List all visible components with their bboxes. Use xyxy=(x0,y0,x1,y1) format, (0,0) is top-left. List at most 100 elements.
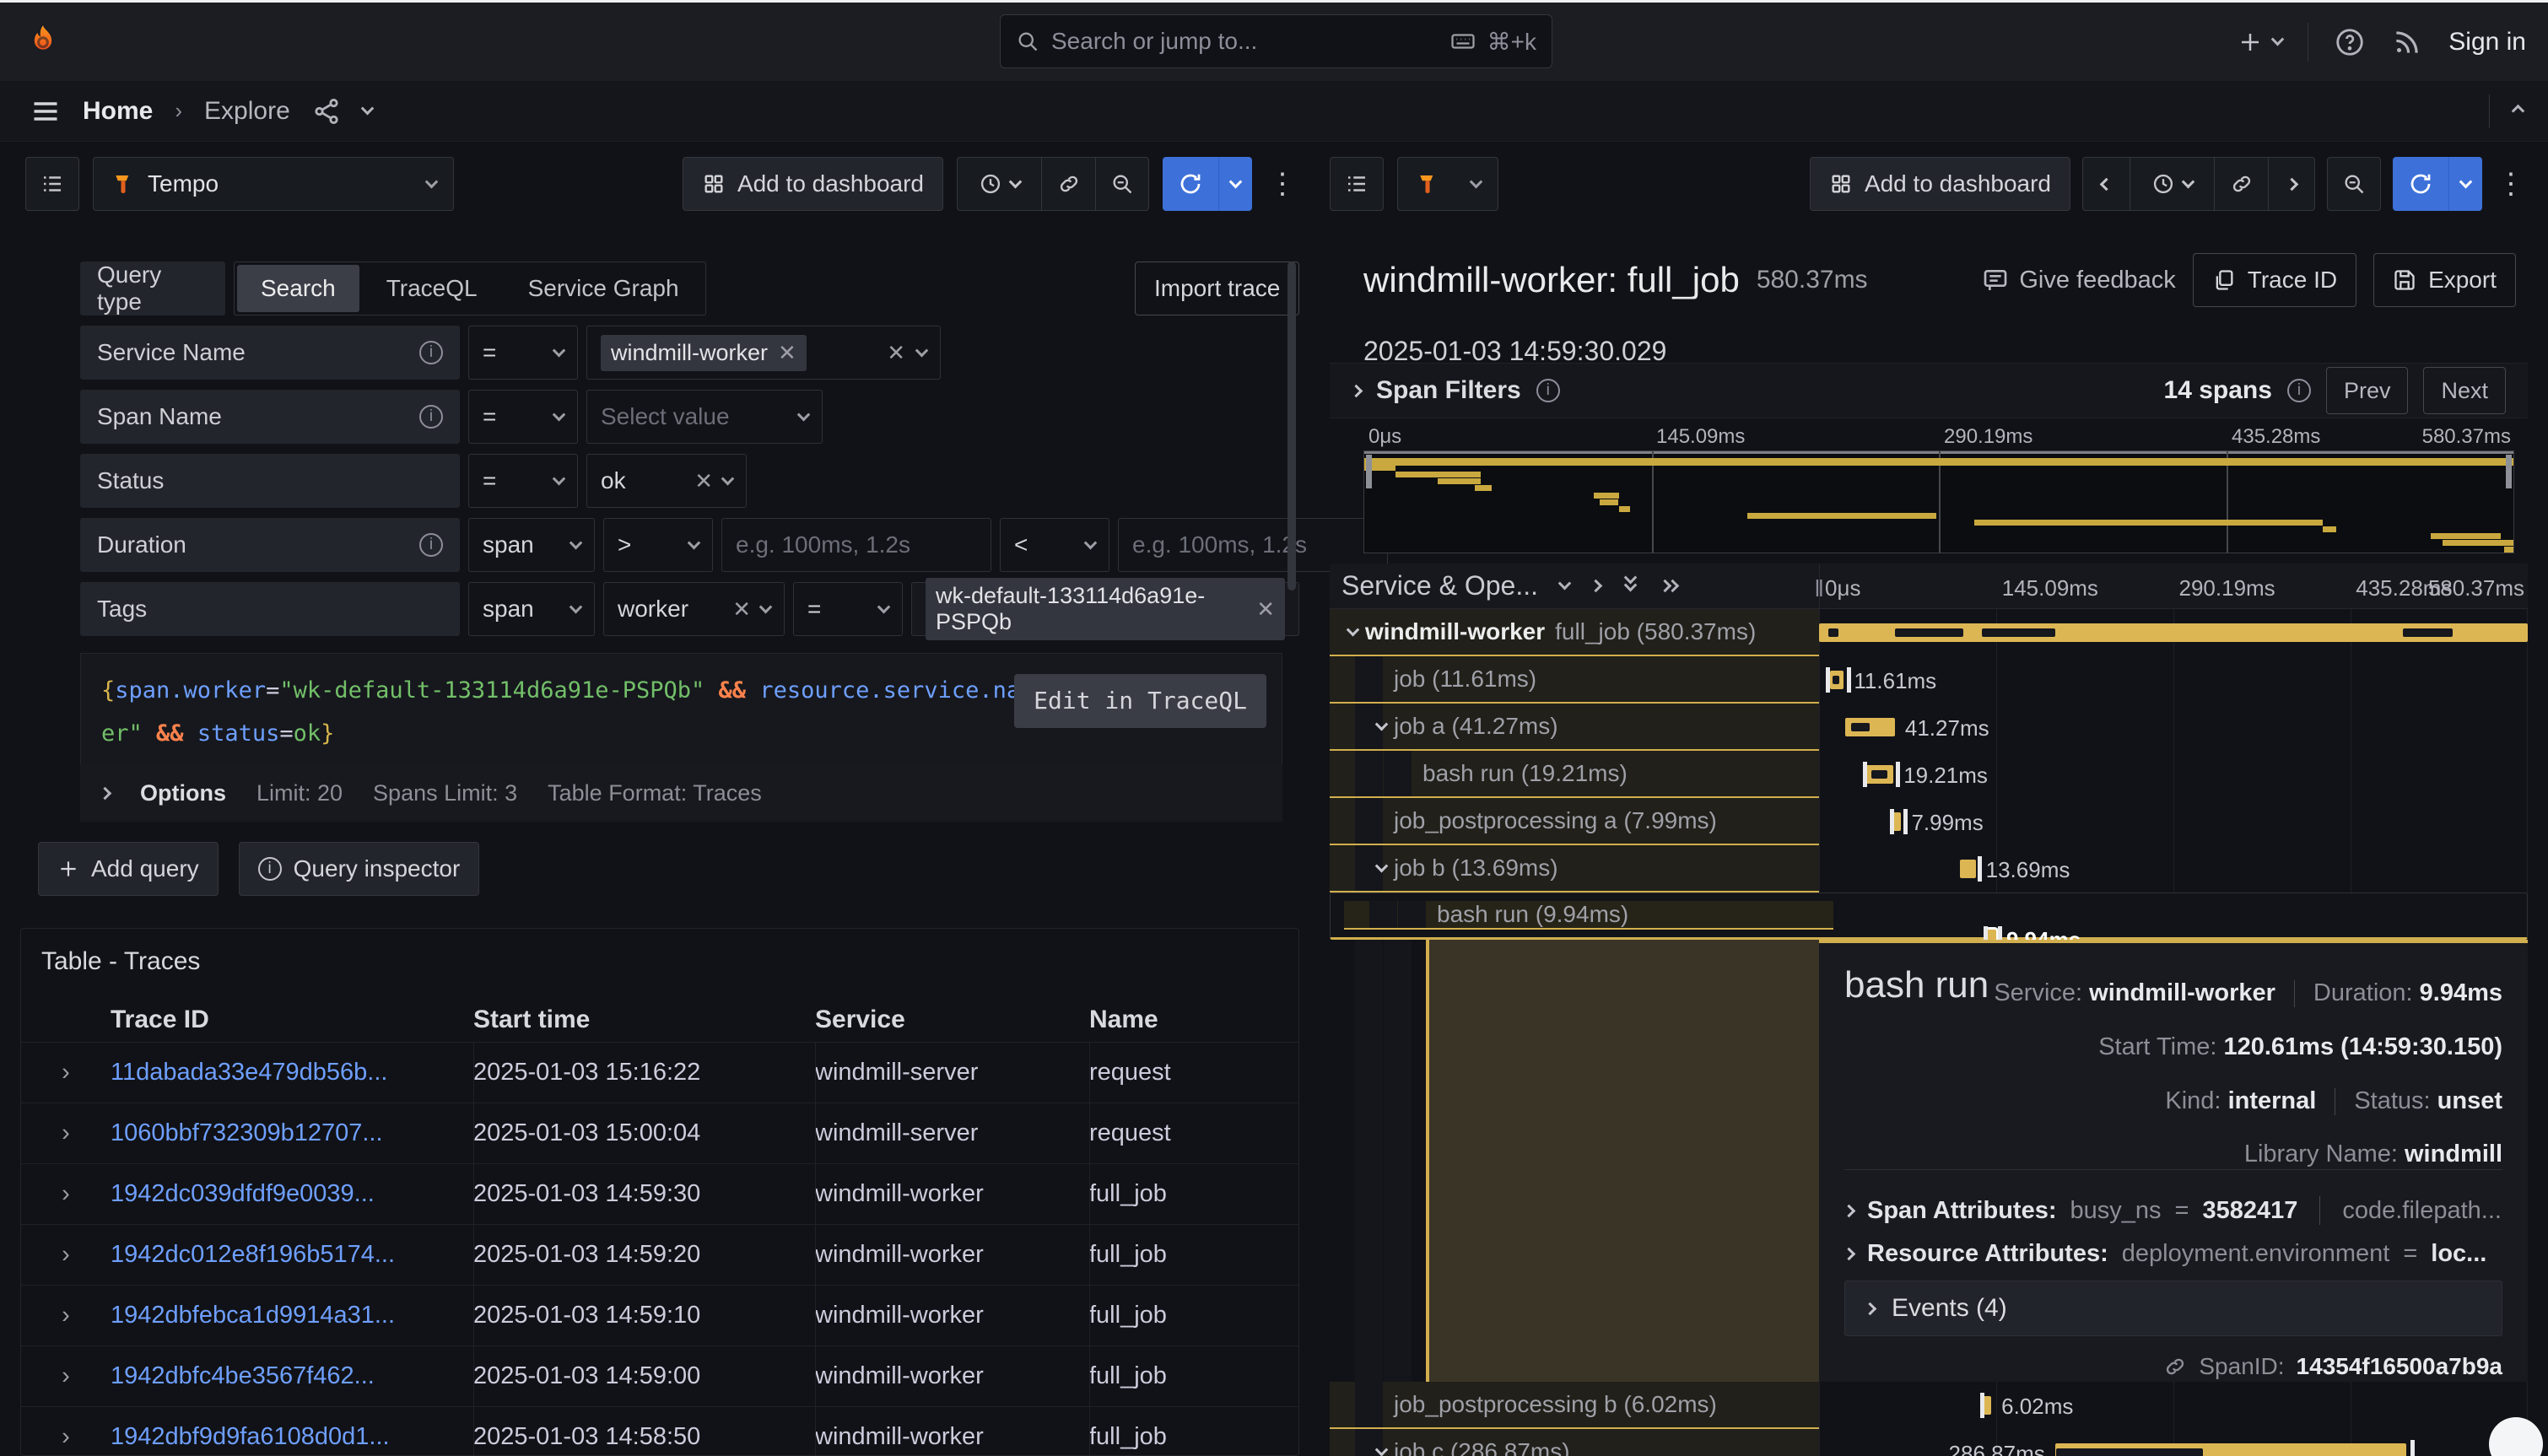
span-row[interactable]: job (11.61ms)11.61ms xyxy=(1330,656,2528,704)
next-button[interactable]: Next xyxy=(2423,367,2506,414)
query-rows-icon-button[interactable] xyxy=(25,157,79,211)
span-name-cell[interactable]: bash run (9.94ms) xyxy=(1344,901,1833,930)
breadcrumb-explore[interactable]: Explore xyxy=(204,97,290,126)
query-rows-icon-button[interactable] xyxy=(1330,157,1384,211)
grafana-logo[interactable] xyxy=(24,23,62,62)
table-row[interactable]: ›1942dc039dfdf9e0039...2025-01-03 14:59:… xyxy=(21,1163,1298,1224)
span-bar-cell[interactable] xyxy=(1819,609,2528,656)
span-bar[interactable] xyxy=(1984,1396,1991,1415)
tags-scope[interactable]: span xyxy=(468,582,595,636)
give-feedback-link[interactable]: Give feedback xyxy=(1982,267,2175,294)
table-row[interactable]: ›1942dc012e8f196b5174...2025-01-03 14:59… xyxy=(21,1224,1298,1285)
table-row[interactable]: ›1942dbf9d9fa6108d0d1...2025-01-03 14:58… xyxy=(21,1406,1298,1456)
clear-icon[interactable]: ✕ xyxy=(732,598,751,620)
value-chip[interactable]: wk-default-133114d6a91e-PSPQb✕ xyxy=(926,578,1285,640)
span-bar-cell[interactable]: 7.99ms xyxy=(1819,798,2528,845)
span-name-cell[interactable]: job b (13.69ms) xyxy=(1330,845,1819,892)
service-name-value[interactable]: windmill-worker✕ ✕ xyxy=(586,326,941,380)
chevron-down-icon[interactable] xyxy=(360,102,374,116)
span-name-cell[interactable]: job (11.61ms) xyxy=(1330,656,1819,704)
expand-all-icon[interactable] xyxy=(1626,580,1635,592)
span-row[interactable]: windmill-workerfull_job (580.37ms) xyxy=(1330,609,2528,656)
span-name-cell[interactable]: windmill-workerfull_job (580.37ms) xyxy=(1330,609,1819,656)
left-pane-scrollbar[interactable] xyxy=(1287,262,1296,590)
status-value[interactable]: ok✕ xyxy=(586,454,747,508)
edit-in-traceql-button[interactable]: Edit in TraceQL xyxy=(1014,674,1266,728)
trace-id-link[interactable]: 1942dbfc4be3567f462... xyxy=(111,1362,473,1390)
span-attributes-row[interactable]: Span Attributes: busy_ns=3582417 code.fi… xyxy=(1844,1196,2502,1225)
span-row[interactable]: job_postprocessing a (7.99ms)7.99ms xyxy=(1330,798,2528,845)
duration-scope[interactable]: span xyxy=(468,518,595,572)
span-row[interactable]: job b (13.69ms)13.69ms xyxy=(1330,845,2528,892)
row-expander-icon[interactable]: › xyxy=(21,1059,111,1087)
span-name-cell[interactable]: job c (286.87ms) xyxy=(1330,1429,1819,1456)
span-bar[interactable] xyxy=(1819,623,2528,642)
service-operation-column-header[interactable]: Service & Ope... xyxy=(1341,570,1538,601)
events-accordion[interactable]: Events (4) xyxy=(1844,1281,2502,1336)
tags-value[interactable]: wk-default-133114d6a91e-PSPQb✕ xyxy=(911,582,1299,636)
run-query-caret[interactable] xyxy=(2448,157,2482,211)
service-name-operator[interactable]: = xyxy=(468,326,578,380)
options-row[interactable]: Options Limit: 20 Spans Limit: 3 Table F… xyxy=(80,764,1282,822)
add-to-dashboard-button[interactable]: Add to dashboard xyxy=(1810,157,2070,211)
time-picker-button[interactable] xyxy=(957,157,1041,211)
new-button[interactable] xyxy=(2238,30,2282,55)
span-name-operator[interactable]: = xyxy=(468,390,578,444)
shift-time-forward-button[interactable] xyxy=(2268,157,2315,211)
news-rss-icon[interactable] xyxy=(2391,26,2423,58)
span-filters-bar[interactable]: Span Filters i 14 spans i Prev Next xyxy=(1330,363,2528,418)
col-trace-id[interactable]: Trace ID xyxy=(111,1006,473,1034)
shift-time-back-button[interactable] xyxy=(2082,157,2130,211)
link-icon[interactable] xyxy=(2163,1355,2187,1378)
trace-id-link[interactable]: 1060bbf732309b12707... xyxy=(111,1119,473,1147)
menu-icon[interactable] xyxy=(30,96,61,127)
span-name-cell[interactable]: job_postprocessing b (6.02ms) xyxy=(1330,1382,1819,1429)
span-bar[interactable] xyxy=(1830,671,1844,689)
table-row[interactable]: ›11dabada33e479db56b...2025-01-03 15:16:… xyxy=(21,1042,1298,1103)
tags-key[interactable]: worker✕ xyxy=(603,582,785,636)
chevron-up-icon[interactable] xyxy=(2512,105,2525,118)
row-expander-icon[interactable]: › xyxy=(21,1302,111,1329)
trace-id-link[interactable]: 1942dc039dfdf9e0039... xyxy=(111,1180,473,1208)
span-name-cell[interactable]: job_postprocessing a (7.99ms) xyxy=(1330,798,1819,845)
span-row[interactable]: job a (41.27ms)41.27ms xyxy=(1330,704,2528,751)
export-button[interactable]: Export xyxy=(2373,253,2516,307)
run-query-caret[interactable] xyxy=(1218,157,1252,211)
clear-icon[interactable]: ✕ xyxy=(887,342,905,364)
span-bar-cell[interactable]: 13.69ms xyxy=(1819,845,2528,892)
span-row[interactable]: job_postprocessing b (6.02ms)6.02ms xyxy=(1330,1382,2528,1429)
link-split-button[interactable] xyxy=(1041,157,1095,211)
duration-op-gt[interactable]: > xyxy=(603,518,713,572)
remove-icon[interactable]: ✕ xyxy=(1256,598,1275,620)
table-row[interactable]: ›1060bbf732309b12707...2025-01-03 15:00:… xyxy=(21,1103,1298,1163)
link-split-button[interactable] xyxy=(2214,157,2268,211)
row-expander-icon[interactable]: › xyxy=(21,1423,111,1451)
span-bar-cell[interactable]: 6.02ms xyxy=(1819,1382,2528,1429)
col-name[interactable]: Name xyxy=(1089,1006,1298,1034)
minimap-right-handle[interactable] xyxy=(2506,455,2512,488)
tab-traceql[interactable]: TraceQL xyxy=(363,265,501,312)
trace-id-link[interactable]: 1942dbf9d9fa6108d0d1... xyxy=(111,1423,473,1451)
status-operator[interactable]: = xyxy=(468,454,578,508)
span-bar-cell[interactable]: 19.21ms xyxy=(1819,751,2528,798)
search-input[interactable]: Search or jump to... ⌘+k xyxy=(1000,14,1552,68)
row-expander-icon[interactable]: › xyxy=(21,1241,111,1269)
span-bar-cell[interactable]: 41.27ms xyxy=(1819,704,2528,751)
clear-icon[interactable]: ✕ xyxy=(694,470,713,492)
table-row[interactable]: ›1942dbfc4be3567f462...2025-01-03 14:59:… xyxy=(21,1345,1298,1406)
trace-id-link[interactable]: 1942dbfebca1d9914a31... xyxy=(111,1302,473,1329)
span-row[interactable]: bash run (9.94ms)9.94ms xyxy=(1330,892,2528,940)
span-bar-cell[interactable]: 286.87ms xyxy=(1819,1429,2528,1456)
share-icon[interactable] xyxy=(312,97,341,126)
kebab-menu-icon[interactable]: ⋮ xyxy=(2494,167,2528,201)
zoom-out-button[interactable] xyxy=(1095,157,1149,211)
table-row[interactable]: ›1942dbfebca1d9914a31...2025-01-03 14:59… xyxy=(21,1285,1298,1345)
datasource-picker[interactable]: Tempo xyxy=(93,157,454,211)
zoom-out-button[interactable] xyxy=(2327,157,2381,211)
span-name-cell[interactable]: bash run (19.21ms) xyxy=(1330,751,1819,798)
datasource-picker-mini[interactable] xyxy=(1397,157,1498,211)
trace-id-button[interactable]: Trace ID xyxy=(2193,253,2356,307)
tags-operator[interactable]: = xyxy=(793,582,903,636)
span-row[interactable]: bash run (19.21ms)19.21ms xyxy=(1330,751,2528,798)
collapse-one-icon[interactable] xyxy=(1590,580,1603,593)
